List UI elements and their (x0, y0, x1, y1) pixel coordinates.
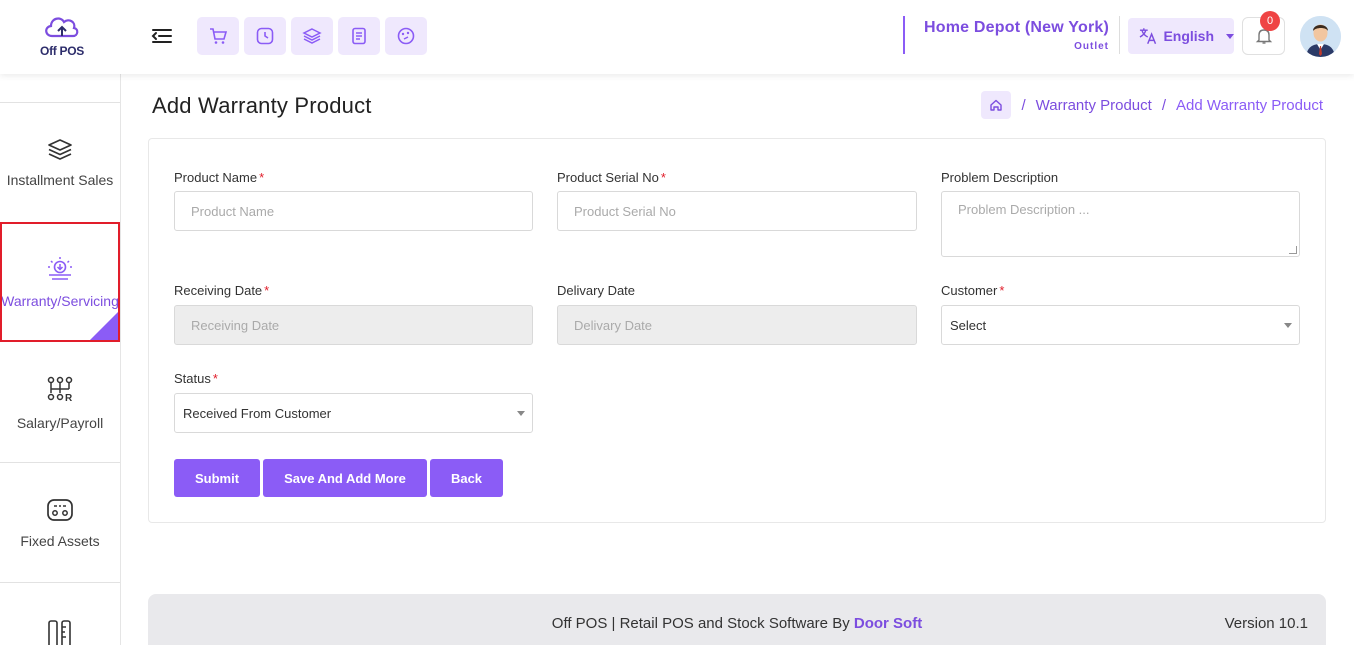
chevron-down-icon (1226, 33, 1234, 39)
active-indicator (90, 312, 118, 340)
palette-icon (397, 27, 415, 45)
language-label: English (1163, 28, 1214, 44)
sidebar-item-label: Installment Sales (6, 171, 114, 188)
user-avatar[interactable] (1300, 16, 1341, 57)
receiving-date-input[interactable]: Receiving Date (174, 305, 533, 345)
menu-toggle-icon[interactable] (150, 24, 174, 48)
stock-button[interactable] (291, 17, 333, 55)
header-divider (1119, 16, 1120, 54)
problem-description-textarea[interactable]: Problem Description ... (941, 191, 1300, 257)
sidebar-item-installment-sales[interactable]: Installment Sales (0, 103, 120, 223)
clock-icon (256, 27, 274, 45)
breadcrumb-separator: / (1021, 96, 1026, 114)
breadcrumb-separator: / (1161, 96, 1166, 114)
top-header: Off POS Home Depot (New York) Outlet Eng… (0, 0, 1354, 74)
payroll-icon: R (47, 376, 73, 404)
pos-cart-button[interactable] (197, 17, 239, 55)
delivery-date-input[interactable]: Delivary Date (557, 305, 917, 345)
customer-select-value: Select (950, 317, 987, 333)
save-and-add-more-button[interactable]: Save And Add More (263, 459, 427, 497)
breadcrumb-home[interactable] (981, 91, 1012, 119)
sidebar-item-label: Fixed Assets (20, 532, 100, 549)
warranty-icon (48, 257, 72, 280)
sidebar-item-warranty-servicing[interactable]: Warranty/Servicing (0, 222, 120, 342)
product-name-label: Product Name * (174, 170, 265, 185)
translate-icon (1139, 28, 1157, 45)
app-logo[interactable]: Off POS (36, 12, 88, 62)
breadcrumb: / Warranty Product / Add Warranty Produc… (981, 91, 1323, 119)
page-title: Add Warranty Product (152, 93, 372, 118)
outlet-name[interactable]: Home Depot (New York) (912, 19, 1109, 37)
logo-icon (45, 17, 79, 38)
delivery-date-label: Delivary Date (557, 283, 636, 298)
product-name-input[interactable]: Product Name (174, 191, 533, 231)
breadcrumb-link-warranty-product[interactable]: Warranty Product (1036, 97, 1152, 114)
report-button[interactable] (338, 17, 380, 55)
sidebar-item-more[interactable] (46, 618, 74, 645)
chevron-down-icon (517, 411, 525, 416)
status-select[interactable]: Received From Customer (174, 393, 533, 433)
sidebar-item-label: Salary/Payroll (16, 414, 104, 431)
footer-credit: Off POS | Retail POS and Stock Software … (551, 615, 923, 632)
footer-brand-link[interactable]: Door Soft (854, 615, 922, 632)
submit-button[interactable]: Submit (174, 459, 260, 497)
svg-text:R: R (65, 393, 73, 404)
breadcrumb-current: Add Warranty Product (1175, 96, 1323, 114)
outlet-type: Outlet (1074, 41, 1109, 52)
receiving-date-label: Receiving Date * (174, 283, 270, 298)
sidebar: Installment Sales Warranty/Servicing R S… (0, 74, 121, 645)
serial-no-label: Product Serial No * (557, 170, 666, 185)
sidebar-item-label: Warranty/Servicing (1, 293, 119, 309)
home-icon (990, 99, 1003, 111)
receipt-icon (352, 27, 366, 45)
sidebar-item-fixed-assets[interactable]: Fixed Assets (0, 463, 120, 583)
cart-icon (210, 28, 228, 44)
footer-version: Version 10.1 (1224, 615, 1308, 632)
sidebar-item-salary-payroll[interactable]: R Salary/Payroll (0, 343, 120, 463)
notification-count-badge: 0 (1260, 11, 1280, 31)
customer-label: Customer * (941, 283, 1005, 298)
footer: Off POS | Retail POS and Stock Software … (148, 594, 1326, 645)
status-label: Status * (174, 371, 218, 386)
resize-handle-icon[interactable] (1289, 246, 1297, 254)
customer-select[interactable]: Select (941, 305, 1300, 345)
logo-text: Off POS (40, 44, 84, 58)
problem-description-label: Problem Description (941, 170, 1059, 185)
back-button[interactable]: Back (430, 459, 503, 497)
chevron-down-icon (1284, 323, 1292, 328)
ruler-icon (48, 620, 71, 645)
attendance-button[interactable] (244, 17, 286, 55)
serial-no-input[interactable]: Product Serial No (557, 191, 917, 231)
assets-icon (47, 498, 73, 521)
status-select-value: Received From Customer (183, 405, 332, 421)
outlet-divider (903, 16, 905, 54)
layers-icon (302, 28, 322, 44)
stack-icon (48, 138, 72, 160)
language-dropdown[interactable]: English (1128, 18, 1234, 54)
dashboard-button[interactable] (385, 17, 427, 55)
problem-description-placeholder: Problem Description ... (958, 202, 1090, 217)
